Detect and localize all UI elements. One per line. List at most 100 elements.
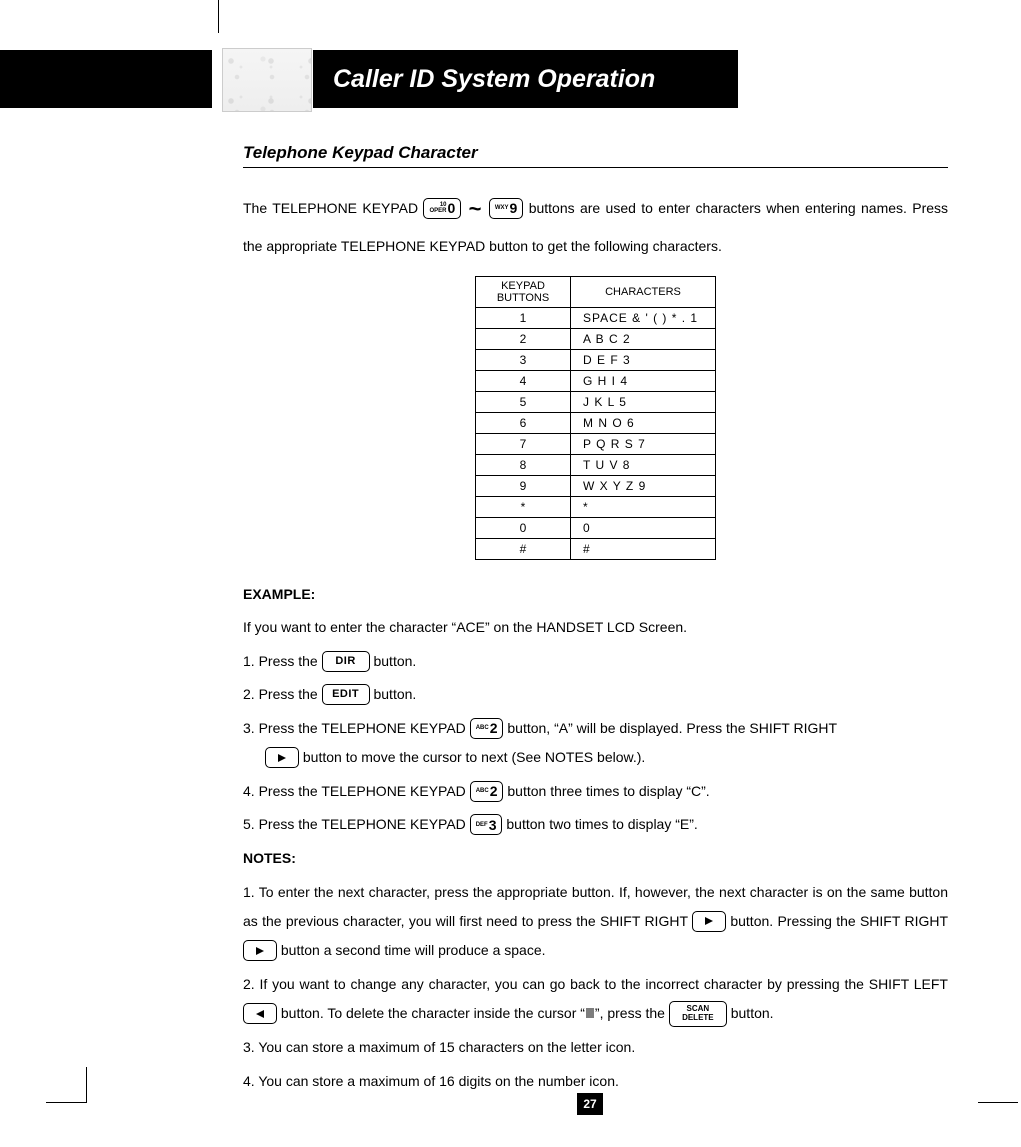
table-cell-chars: P Q R S 7 [571,433,716,454]
table-row: 7P Q R S 7 [476,433,716,454]
key-digit: 9 [510,201,518,215]
delete-label: DELETE [682,1014,714,1023]
step-text: 4. Press the TELEPHONE KEYPAD [243,783,470,799]
crop-mark [978,1102,1018,1103]
page: Caller ID System Operation Telephone Key… [0,0,1021,1147]
keypad-2-button: ABC 2 [470,718,504,739]
note-2: 2. If you want to change any character, … [243,970,948,1029]
table-cell-key: 9 [476,475,571,496]
table-row: 3D E F 3 [476,349,716,370]
key-sup: WXY [495,205,509,211]
intro-text: The TELEPHONE KEYPAD [243,200,423,216]
table-row: ** [476,496,716,517]
page-title: Caller ID System Operation [333,65,655,94]
shift-right-button [265,747,299,768]
table-cell-chars: A B C 2 [571,328,716,349]
scan-delete-button: SCAN DELETE [669,1001,727,1027]
step-text: 1. Press the [243,653,322,669]
example-section: EXAMPLE: If you want to enter the charac… [243,580,948,1096]
notes-label: NOTES: [243,844,948,873]
character-table: KEYPAD BUTTONS CHARACTERS 1SPACE & ' ( )… [475,276,716,560]
table-cell-key: # [476,538,571,559]
page-number: 27 [577,1093,603,1115]
key-digit: 0 [448,201,456,215]
key-digit: 2 [490,721,498,735]
key-sup: OPER [429,208,446,214]
table-cell-chars: 0 [571,517,716,538]
shift-right-button [243,940,277,961]
table-cell-chars: W X Y Z 9 [571,475,716,496]
triangle-right-icon [277,753,287,763]
triangle-right-icon [704,916,714,926]
table-cell-chars: SPACE & ' ( ) * . 1 [571,307,716,328]
keypad-9-button: WXY 9 [489,198,523,219]
table-row: 8T U V 8 [476,454,716,475]
table-cell-chars: # [571,538,716,559]
note-1: 1. To enter the next character, press th… [243,878,948,966]
note-3: 3. You can store a maximum of 15 charact… [243,1033,948,1062]
key-sup: ABC [476,788,489,794]
step-text: button three times to display “C”. [507,783,709,799]
table-row: ## [476,538,716,559]
edit-button: EDIT [322,684,370,705]
table-header-keypad: KEYPAD BUTTONS [476,276,571,307]
table-cell-chars: M N O 6 [571,412,716,433]
step-text: button to move the cursor to next (See N… [303,749,645,765]
example-step-3: 3. Press the TELEPHONE KEYPAD ABC 2 butt… [243,714,948,773]
table-row: 1SPACE & ' ( ) * . 1 [476,307,716,328]
example-label: EXAMPLE: [243,580,948,609]
note-text: button a second time will produce a spac… [281,942,546,958]
example-step-5: 5. Press the TELEPHONE KEYPAD DEF 3 butt… [243,810,948,839]
key-digit: 3 [489,818,497,832]
table-cell-chars: T U V 8 [571,454,716,475]
shift-right-button [692,911,726,932]
note-text: button. To delete the character inside t… [281,1005,585,1021]
crop-mark [218,0,219,33]
table-cell-key: 7 [476,433,571,454]
step-text: 5. Press the TELEPHONE KEYPAD [243,816,470,832]
crop-mark [86,1067,87,1103]
step-text: button. [373,686,416,702]
dir-button: DIR [322,651,370,672]
cursor-block-icon [586,1008,594,1018]
key-sup: DEF [476,822,488,828]
table-cell-key: 5 [476,391,571,412]
keypad-0-button: 10 OPER 0 [423,198,461,219]
triangle-left-icon [255,1009,265,1019]
step-text: button. [373,653,416,669]
example-intro: If you want to enter the character “ACE”… [243,613,948,642]
table-cell-key: 0 [476,517,571,538]
keypad-2-button: ABC 2 [470,781,504,802]
example-step-2: 2. Press the EDIT button. [243,680,948,709]
table-cell-key: 6 [476,412,571,433]
note-text: ”, press the [595,1005,669,1021]
header-bar-title: Caller ID System Operation [313,50,738,108]
table-cell-key: 2 [476,328,571,349]
section-title: Telephone Keypad Character [243,143,948,168]
table-row: 5J K L 5 [476,391,716,412]
table-cell-key: 4 [476,370,571,391]
table-row: 00 [476,517,716,538]
shift-left-button [243,1003,277,1024]
note-text: 2. If you want to change any character, … [243,976,948,992]
header-bar-left [0,50,212,108]
triangle-right-icon [255,946,265,956]
table-header-characters: CHARACTERS [571,276,716,307]
table-cell-key: 1 [476,307,571,328]
keypad-3-button: DEF 3 [470,814,503,835]
note-4: 4. You can store a maximum of 16 digits … [243,1067,948,1096]
note-text: button. [731,1005,774,1021]
key-digit: 2 [490,784,498,798]
table-row: 4G H I 4 [476,370,716,391]
table-cell-chars: J K L 5 [571,391,716,412]
note-text: button. Pressing the SHIFT RIGHT [730,913,948,929]
example-step-4: 4. Press the TELEPHONE KEYPAD ABC 2 butt… [243,777,948,806]
table-cell-chars: * [571,496,716,517]
step-text: 3. Press the TELEPHONE KEYPAD [243,720,470,736]
step-text: 2. Press the [243,686,322,702]
table-cell-chars: G H I 4 [571,370,716,391]
header-marble-square [222,48,312,112]
content-area: Telephone Keypad Character The TELEPHONE… [243,143,948,1100]
table-cell-key: * [476,496,571,517]
intro-paragraph: The TELEPHONE KEYPAD 10 OPER 0 ~ WXY 9 b… [243,186,948,262]
